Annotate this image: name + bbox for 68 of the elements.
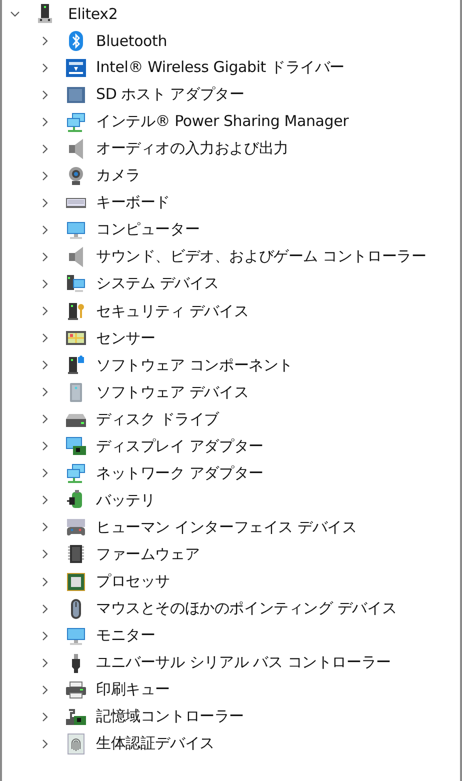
tower-key-icon: [65, 300, 87, 322]
expand-chevron-icon[interactable]: [40, 387, 50, 398]
tree-item[interactable]: 生体認証デバイス: [96, 734, 214, 754]
tree-item[interactable]: モニター: [96, 626, 156, 646]
expand-chevron-icon[interactable]: [40, 333, 50, 344]
tree-item[interactable]: カメラ: [96, 166, 140, 186]
tree-item[interactable]: バッテリ: [96, 490, 156, 510]
tree-item[interactable]: 記憶域コントローラー: [96, 707, 244, 726]
tree-item[interactable]: 印刷キュー: [96, 680, 170, 700]
tree-item[interactable]: ファームウェア: [96, 544, 200, 564]
tree-item[interactable]: コンピューター: [96, 220, 200, 240]
expand-chevron-icon[interactable]: [40, 144, 50, 154]
network-icon: [65, 462, 87, 484]
tree-item[interactable]: オーディオの入力および出力: [96, 139, 288, 158]
computer-icon: [65, 272, 87, 295]
expand-chevron-icon[interactable]: [40, 522, 50, 532]
tree-item[interactable]: ソフトウェア デバイス: [96, 382, 249, 402]
chip-icon: [65, 543, 87, 566]
collapse-chevron-icon[interactable]: [10, 8, 20, 19]
monitor-card-icon: [65, 435, 87, 458]
tree-item[interactable]: セキュリティ デバイス: [96, 302, 249, 321]
printer-icon: [65, 678, 87, 701]
tower-puzzle-icon: [65, 354, 87, 376]
expand-chevron-icon[interactable]: [40, 36, 50, 46]
expand-chevron-icon[interactable]: [40, 549, 50, 560]
expand-chevron-icon[interactable]: [40, 441, 50, 452]
tree-item[interactable]: キーボード: [96, 193, 170, 212]
expand-chevron-icon[interactable]: [40, 170, 50, 181]
fingerprint-icon: [65, 732, 87, 755]
tree-item[interactable]: サウンド、ビデオ、およびゲーム コントローラー: [96, 247, 426, 266]
expand-chevron-icon[interactable]: [40, 224, 50, 235]
tree-item[interactable]: マウスとそのほかのポインティング デバイス: [96, 599, 397, 618]
tree-item[interactable]: Bluetooth: [96, 32, 168, 50]
expand-chevron-icon[interactable]: [40, 738, 50, 749]
network-icon: [65, 110, 87, 133]
processor-icon: [65, 570, 87, 592]
tree-item[interactable]: ディスク ドライブ: [96, 410, 219, 429]
adapter-card-icon: [65, 56, 87, 79]
expand-chevron-icon[interactable]: [40, 658, 50, 668]
expand-chevron-icon[interactable]: [40, 576, 50, 586]
tree-item[interactable]: ヒューマン インターフェイス デバイス: [96, 518, 357, 537]
expand-chevron-icon[interactable]: [40, 306, 50, 316]
expand-chevron-icon[interactable]: [40, 414, 50, 424]
expand-chevron-icon[interactable]: [40, 252, 50, 262]
expand-chevron-icon[interactable]: [40, 198, 50, 208]
tree-item[interactable]: ソフトウェア コンポーネント: [96, 356, 293, 375]
expand-chevron-icon[interactable]: [40, 360, 50, 370]
expand-chevron-icon[interactable]: [40, 604, 50, 614]
expand-chevron-icon[interactable]: [40, 684, 50, 695]
tree-item[interactable]: センサー: [96, 328, 156, 348]
expand-chevron-icon[interactable]: [40, 630, 50, 641]
tree-item[interactable]: ネットワーク アダプター: [96, 464, 264, 483]
tree-item[interactable]: システム デバイス: [96, 274, 219, 294]
tree-item[interactable]: Elitex2: [68, 4, 118, 23]
tree-item[interactable]: プロセッサ: [96, 572, 170, 591]
tree-item[interactable]: SD ホスト アダプター: [96, 85, 244, 104]
expand-chevron-icon[interactable]: [40, 712, 50, 722]
expand-chevron-icon[interactable]: [40, 116, 50, 127]
expand-chevron-icon[interactable]: [40, 90, 50, 100]
expand-chevron-icon[interactable]: [40, 495, 50, 506]
expand-chevron-icon[interactable]: [40, 62, 50, 73]
tree-item[interactable]: ユニバーサル シリアル バス コントローラー: [96, 653, 391, 672]
tree-item[interactable]: Intel® Wireless Gigabit ドライバー: [96, 58, 345, 78]
tree-item[interactable]: インテル® Power Sharing Manager: [96, 112, 349, 132]
keyboard-gamepad-icon: [65, 516, 87, 538]
tree-item[interactable]: ディスプレイ アダプター: [96, 436, 264, 456]
expand-chevron-icon[interactable]: [40, 278, 50, 289]
expand-chevron-icon[interactable]: [40, 468, 50, 478]
